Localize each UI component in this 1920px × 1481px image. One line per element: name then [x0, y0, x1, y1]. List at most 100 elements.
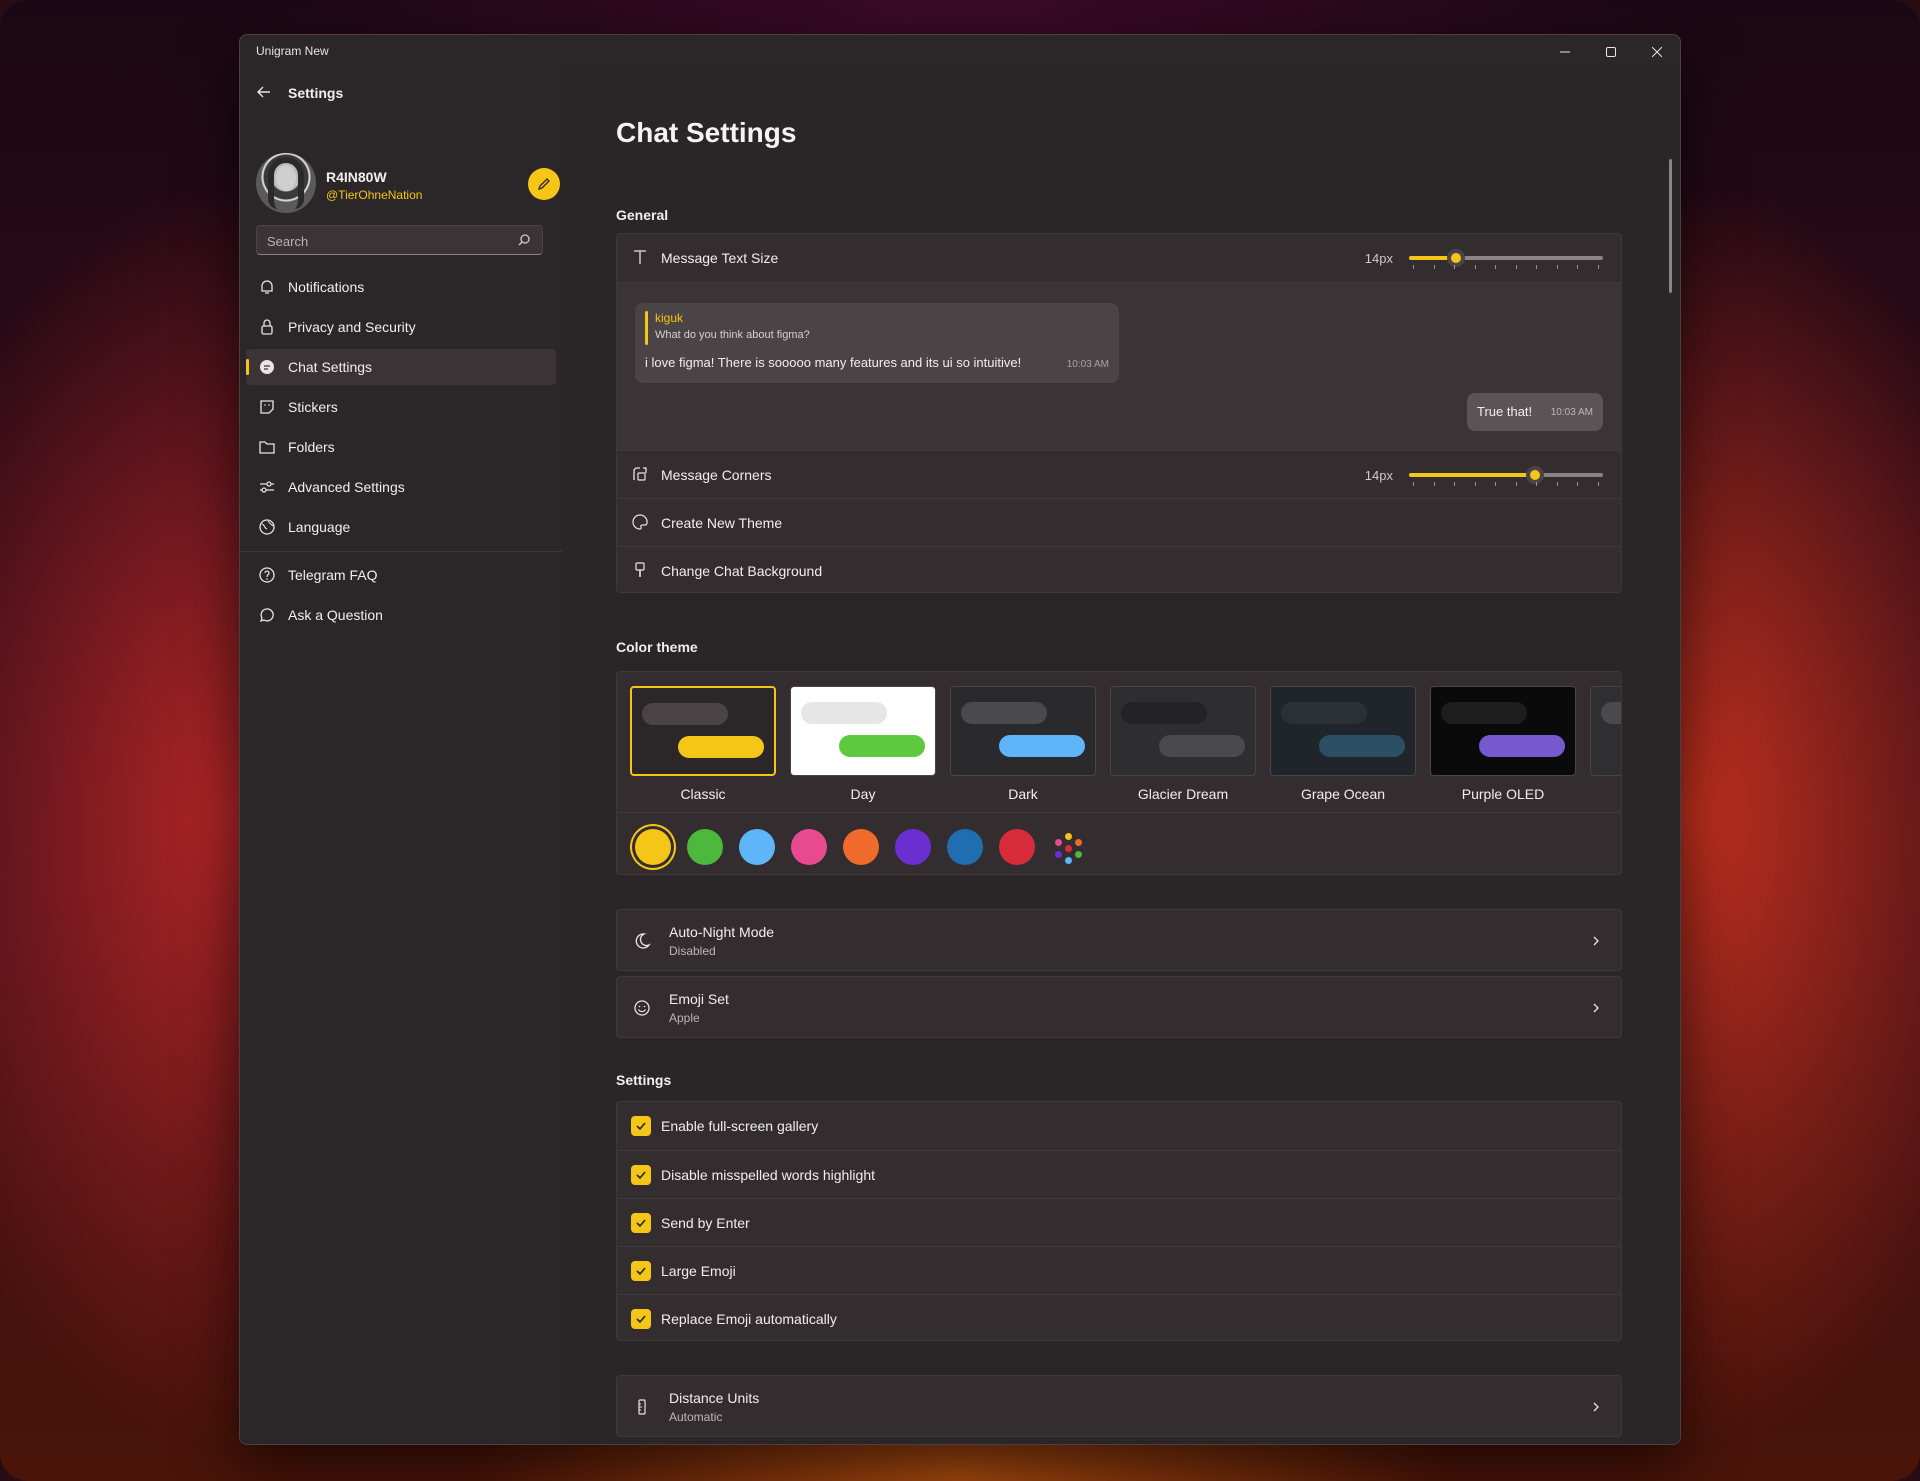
- minimize-button[interactable]: [1542, 35, 1588, 69]
- profile-card[interactable]: R4IN80W @TierOhneNation: [256, 153, 560, 213]
- message-text-size-value: 14px: [1364, 251, 1393, 266]
- checkbox-row[interactable]: Replace Emoji automatically: [617, 1294, 1621, 1342]
- search-input[interactable]: [267, 232, 507, 250]
- sidebar-item-label: Stickers: [288, 399, 338, 415]
- search-box[interactable]: [256, 225, 543, 255]
- theme-outgoing-bubble: [678, 736, 764, 758]
- close-icon: [1652, 47, 1662, 57]
- checkbox-row[interactable]: Disable misspelled words highlight: [617, 1150, 1621, 1198]
- theme-outgoing-bubble: [1319, 735, 1405, 757]
- sidebar-item-ask-question[interactable]: Ask a Question: [246, 597, 556, 633]
- change-background-row[interactable]: Change Chat Background: [617, 546, 1621, 594]
- theme-thumbnail[interactable]: [1430, 686, 1576, 776]
- theme-thumbnail[interactable]: [950, 686, 1096, 776]
- sidebar-item-folders[interactable]: Folders: [246, 429, 556, 465]
- checkbox[interactable]: [631, 1261, 651, 1281]
- create-theme-row[interactable]: Create New Theme: [617, 498, 1621, 546]
- checkbox-row[interactable]: Send by Enter: [617, 1198, 1621, 1246]
- slider-tick: [1474, 265, 1476, 269]
- message-text-size-label: Message Text Size: [661, 250, 779, 266]
- theme-thumbnail[interactable]: [630, 686, 776, 776]
- section-color-theme-title: Color theme: [616, 639, 698, 655]
- emoji-set-label: Emoji Set: [669, 991, 729, 1007]
- checkbox-row[interactable]: Large Emoji: [617, 1246, 1621, 1294]
- theme-thumbnail[interactable]: [1590, 686, 1621, 776]
- checkbox[interactable]: [631, 1165, 651, 1185]
- accent-color-swatch[interactable]: [635, 829, 671, 865]
- edit-profile-button[interactable]: [528, 168, 560, 200]
- sticker-icon: [260, 400, 274, 414]
- text-size-icon: [634, 250, 646, 264]
- scrollbar[interactable]: [1669, 159, 1672, 293]
- checkmark-icon: [636, 1219, 646, 1228]
- brush-icon: [635, 562, 645, 577]
- page-title: Chat Settings: [616, 117, 797, 148]
- window-title: Unigram New: [256, 44, 329, 58]
- distance-units-row[interactable]: Distance Units Automatic: [616, 1375, 1622, 1437]
- title-bar[interactable]: Unigram New: [240, 35, 1680, 69]
- back-button[interactable]: [256, 84, 274, 102]
- sidebar-item-label: Advanced Settings: [288, 479, 405, 495]
- question-chat-icon: [259, 608, 274, 623]
- accent-color-swatch[interactable]: [739, 829, 775, 865]
- accent-color-swatch[interactable]: [895, 829, 931, 865]
- slider-tick: [1474, 482, 1476, 486]
- theme-outgoing-bubble: [1479, 735, 1565, 757]
- message-text-size-slider[interactable]: [1409, 249, 1603, 269]
- search-icon[interactable]: [516, 232, 532, 248]
- checkbox[interactable]: [631, 1309, 651, 1329]
- sidebar-item-notifications[interactable]: Notifications: [246, 269, 556, 305]
- checkbox-row[interactable]: Enable full-screen gallery: [617, 1102, 1621, 1150]
- sidebar-item-label: Folders: [288, 439, 335, 455]
- slider-tick: [1413, 482, 1414, 486]
- sidebar-item-chat-settings[interactable]: Chat Settings: [246, 349, 556, 385]
- bell-icon: [261, 280, 273, 294]
- sidebar-item-label: Ask a Question: [288, 607, 383, 623]
- auto-night-mode-row[interactable]: Auto-Night Mode Disabled: [616, 909, 1622, 971]
- message-corners-slider[interactable]: [1409, 466, 1603, 486]
- sidebar-item-stickers[interactable]: Stickers: [246, 389, 556, 425]
- close-button[interactable]: [1634, 35, 1680, 69]
- outgoing-message-text: True that!: [1477, 404, 1533, 419]
- checkmark-icon: [636, 1267, 646, 1276]
- accent-color-swatch[interactable]: [999, 829, 1035, 865]
- theme-name: Grape Ocean: [1300, 786, 1386, 802]
- color-dot-icon: [1055, 851, 1062, 858]
- emoji-set-row[interactable]: Emoji Set Apple: [616, 976, 1622, 1038]
- checkbox[interactable]: [631, 1213, 651, 1233]
- custom-color-picker[interactable]: [1051, 829, 1087, 865]
- checkbox-label: Enable full-screen gallery: [661, 1118, 819, 1134]
- color-dot-icon: [1055, 839, 1062, 846]
- accent-color-swatch[interactable]: [843, 829, 879, 865]
- color-dot-icon: [1065, 857, 1072, 864]
- chat-preview: kiguk What do you think about figma? i l…: [617, 282, 1621, 450]
- slider-tick: [1495, 265, 1496, 269]
- slider-tick: [1433, 265, 1435, 269]
- slider-tick: [1454, 482, 1455, 486]
- theme-thumbnail[interactable]: [1110, 686, 1256, 776]
- sidebar-item-privacy[interactable]: Privacy and Security: [246, 309, 556, 345]
- palette-icon: [632, 514, 648, 530]
- avatar[interactable]: [256, 153, 316, 213]
- app-window: Unigram New Settings R4IN80W @TierOhneNa…: [239, 34, 1681, 1445]
- color-dot-icon: [1075, 839, 1082, 846]
- theme-name: Dark: [1008, 786, 1038, 802]
- checkbox-label: Replace Emoji automatically: [661, 1311, 837, 1327]
- theme-incoming-bubble: [1121, 702, 1207, 724]
- theme-thumbnail[interactable]: [790, 686, 936, 776]
- theme-incoming-bubble: [801, 702, 887, 724]
- globe-icon: [259, 519, 275, 535]
- sidebar-item-language[interactable]: Language: [246, 509, 556, 545]
- slider-thumb[interactable]: [1446, 249, 1465, 267]
- sidebar-item-faq[interactable]: Telegram FAQ: [246, 557, 556, 593]
- accent-color-swatch[interactable]: [791, 829, 827, 865]
- accent-color-swatch[interactable]: [687, 829, 723, 865]
- sidebar-item-advanced[interactable]: Advanced Settings: [246, 469, 556, 505]
- accent-color-swatch[interactable]: [947, 829, 983, 865]
- maximize-button[interactable]: [1588, 35, 1634, 69]
- theme-thumbnail[interactable]: [1270, 686, 1416, 776]
- slider-tick: [1536, 482, 1537, 486]
- color-dot-icon: [1065, 845, 1072, 852]
- theme-incoming-bubble: [961, 702, 1047, 724]
- checkbox[interactable]: [631, 1116, 651, 1136]
